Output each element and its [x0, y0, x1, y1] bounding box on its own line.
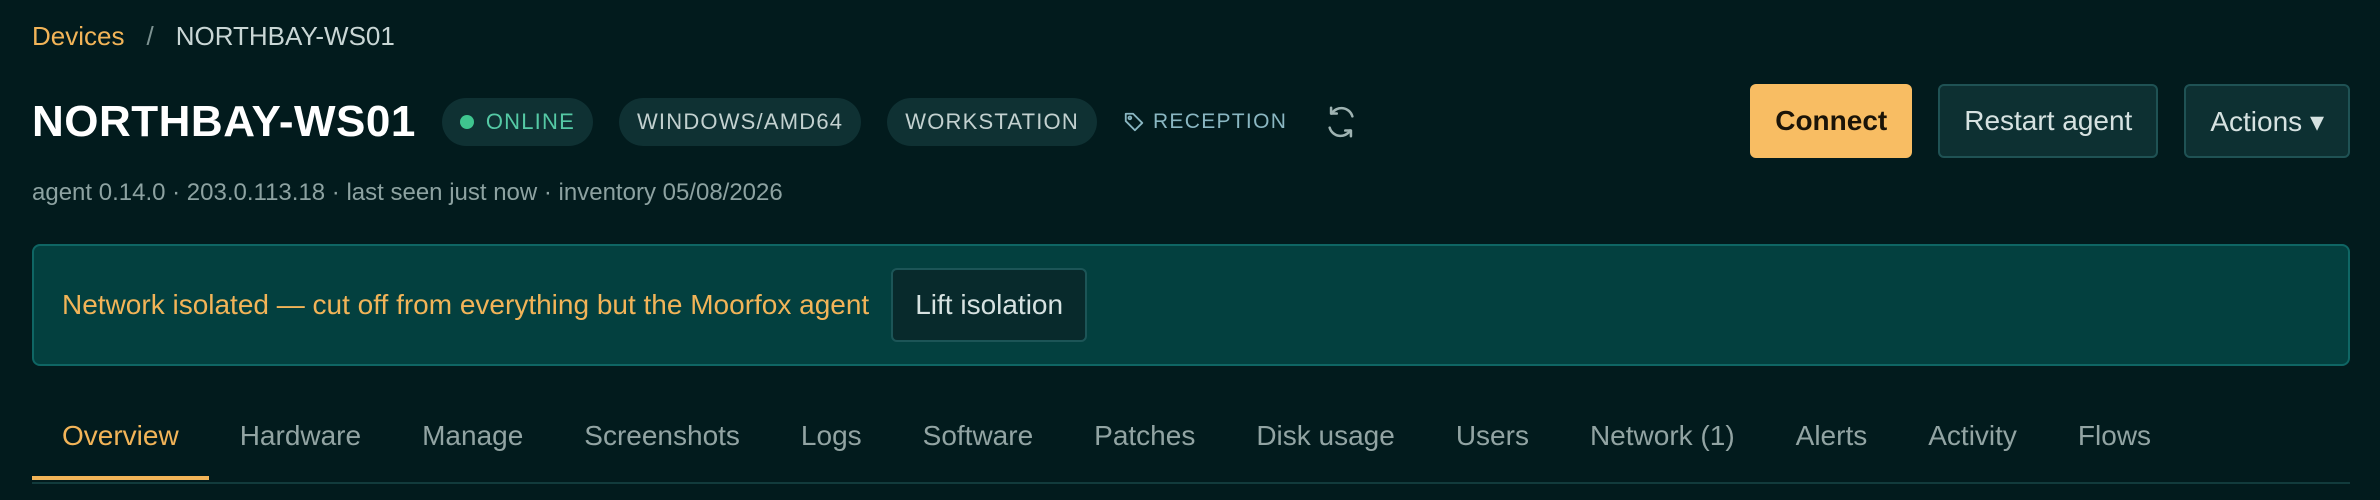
status-label: ONLINE: [485, 109, 575, 134]
tag-icon: [1124, 112, 1144, 132]
tab-manage[interactable]: Manage: [392, 408, 553, 480]
refresh-button[interactable]: [1323, 104, 1359, 140]
tab-screenshots[interactable]: Screenshots: [554, 408, 770, 480]
isolation-banner: Network isolated — cut off from everythi…: [32, 244, 2350, 366]
tab-logs[interactable]: Logs: [771, 408, 892, 480]
platform-badge: WINDOWS/AMD64: [618, 98, 862, 146]
connect-button[interactable]: Connect: [1750, 84, 1913, 158]
device-tabs: Overview Hardware Manage Screenshots Log…: [32, 408, 2350, 484]
tab-hardware[interactable]: Hardware: [210, 408, 391, 480]
tab-disk-usage[interactable]: Disk usage: [1226, 408, 1425, 480]
role-label: WORKSTATION: [905, 109, 1079, 134]
tab-activity[interactable]: Activity: [1898, 408, 2047, 480]
lift-isolation-button[interactable]: Lift isolation: [891, 268, 1088, 342]
tab-alerts[interactable]: Alerts: [1766, 408, 1898, 480]
restart-agent-button[interactable]: Restart agent: [1938, 84, 2159, 158]
tab-overview[interactable]: Overview: [32, 408, 209, 480]
tab-users[interactable]: Users: [1426, 408, 1559, 480]
tab-network[interactable]: Network (1): [1560, 408, 1765, 480]
tab-patches[interactable]: Patches: [1064, 408, 1225, 480]
page-title: NORTHBAY-WS01: [32, 97, 416, 146]
device-meta: agent 0.14.0 · 203.0.113.18 · last seen …: [32, 179, 783, 206]
refresh-icon: [1328, 106, 1354, 138]
tag-label: RECEPTION: [1152, 110, 1288, 133]
breadcrumb-separator: /: [146, 21, 154, 51]
online-status-dot: [459, 115, 474, 129]
device-header: NORTHBAY-WS01 ONLINE WINDOWS/AMD64 WORKS…: [32, 92, 1359, 152]
role-badge: WORKSTATION: [887, 98, 1097, 146]
header-actions: Connect Restart agent Actions ▾: [1750, 84, 2350, 158]
platform-label: WINDOWS/AMD64: [636, 109, 844, 134]
status-badge: ONLINE: [441, 98, 593, 146]
isolation-message: Network isolated — cut off from everythi…: [62, 289, 870, 320]
breadcrumb: Devices / NORTHBAY-WS01: [32, 18, 395, 54]
breadcrumb-current: NORTHBAY-WS01: [175, 21, 395, 51]
actions-menu-button[interactable]: Actions ▾: [2184, 84, 2350, 158]
tab-software[interactable]: Software: [893, 408, 1064, 480]
tag-reception[interactable]: RECEPTION: [1123, 110, 1287, 134]
breadcrumb-devices-link[interactable]: Devices: [32, 18, 124, 54]
tab-flows[interactable]: Flows: [2048, 408, 2181, 480]
